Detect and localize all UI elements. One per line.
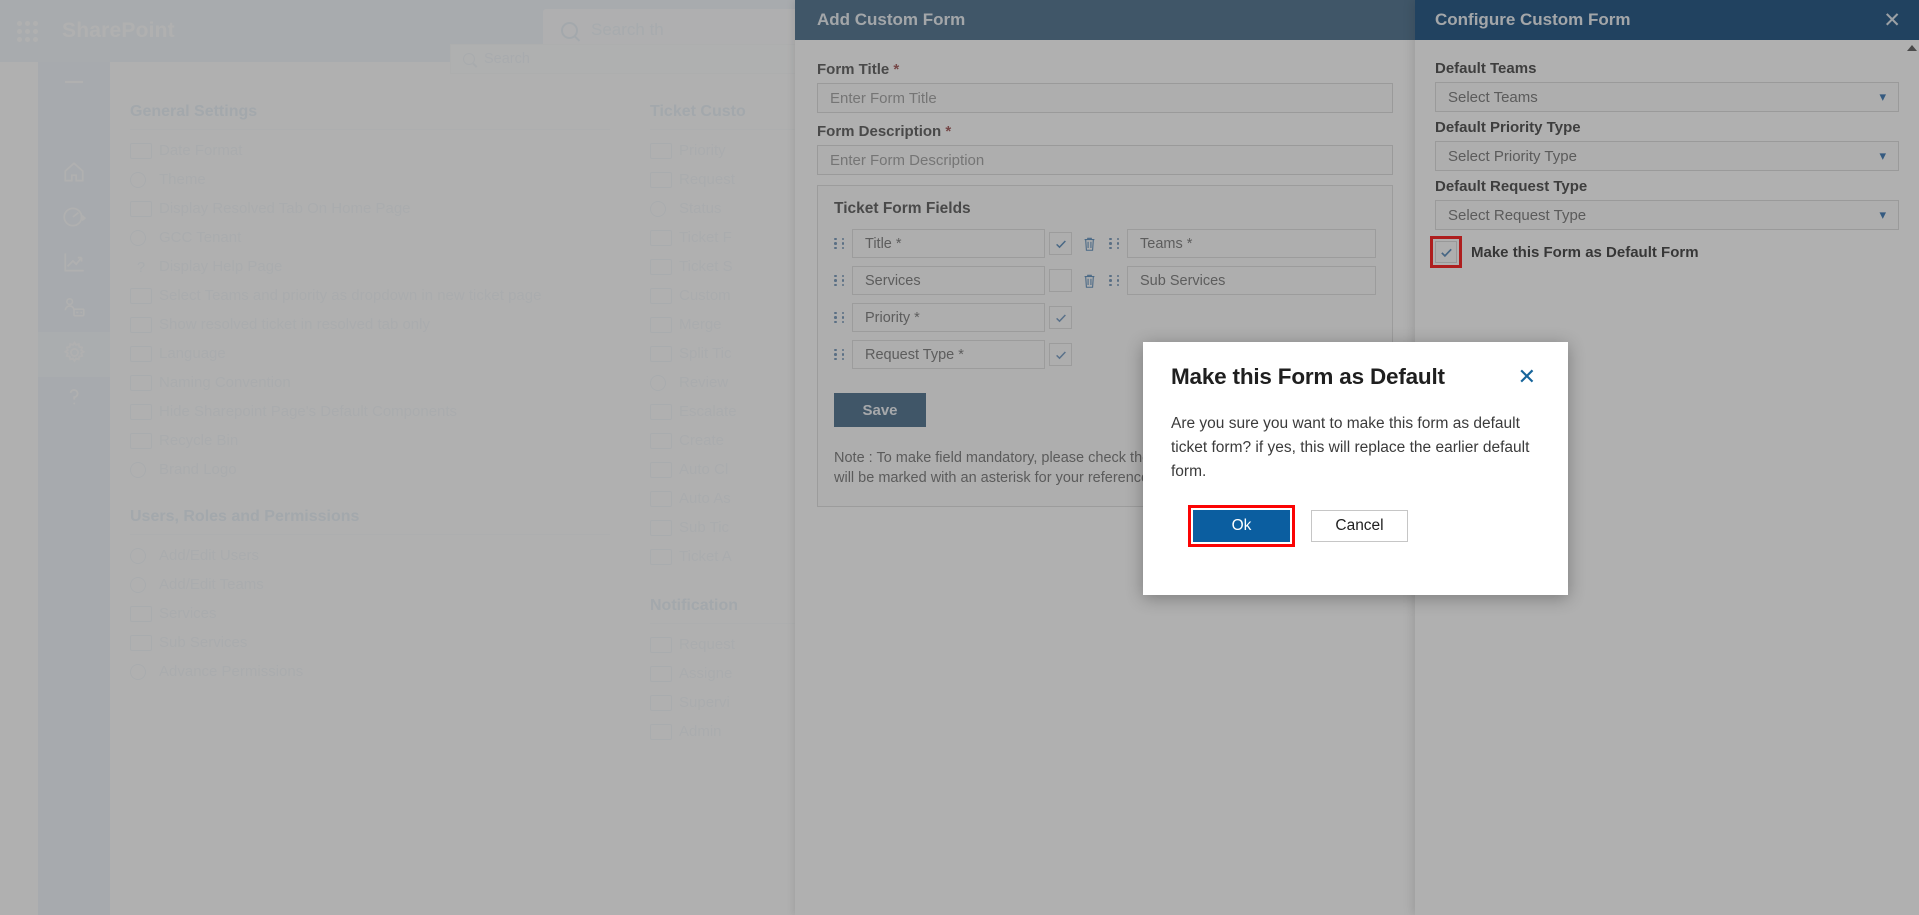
screen-root: SharePoint Search th	[0, 0, 1919, 915]
confirm-default-form-dialog: Make this Form as Default ✕ Are you sure…	[1143, 342, 1568, 595]
dialog-message: Are you sure you want to make this form …	[1171, 415, 1530, 481]
close-icon[interactable]: ✕	[1514, 364, 1540, 390]
ok-button[interactable]: Ok	[1188, 504, 1295, 547]
cancel-button[interactable]: Cancel	[1311, 509, 1408, 542]
dialog-header: Make this Form as Default ✕	[1171, 364, 1540, 390]
dialog-title: Make this Form as Default	[1171, 364, 1445, 389]
dialog-actions: Ok Cancel	[1171, 504, 1540, 547]
modal-backdrop	[0, 0, 1919, 915]
